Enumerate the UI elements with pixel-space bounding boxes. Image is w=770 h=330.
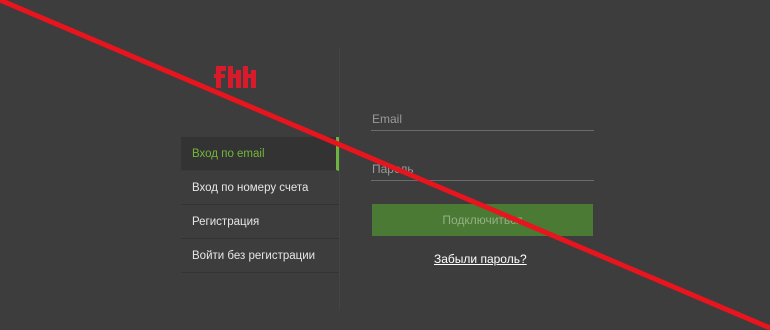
connect-button[interactable]: Подключиться <box>372 204 593 236</box>
vertical-divider <box>339 48 340 310</box>
email-field <box>371 109 596 131</box>
auth-method-menu: Вход по email Вход по номеру счета Регис… <box>181 137 339 273</box>
brand-logo <box>214 62 314 92</box>
menu-item-guest-login[interactable]: Войти без регистрации <box>181 239 339 273</box>
forgot-password-link[interactable]: Забыли пароль? <box>434 252 527 266</box>
fhh-logo-icon <box>214 66 256 88</box>
email-input[interactable] <box>371 109 596 129</box>
menu-item-account-number-login[interactable]: Вход по номеру счета <box>181 171 339 205</box>
password-input[interactable] <box>371 159 596 179</box>
menu-item-email-login[interactable]: Вход по email <box>181 137 339 171</box>
password-field <box>371 159 596 181</box>
menu-item-registration[interactable]: Регистрация <box>181 205 339 239</box>
